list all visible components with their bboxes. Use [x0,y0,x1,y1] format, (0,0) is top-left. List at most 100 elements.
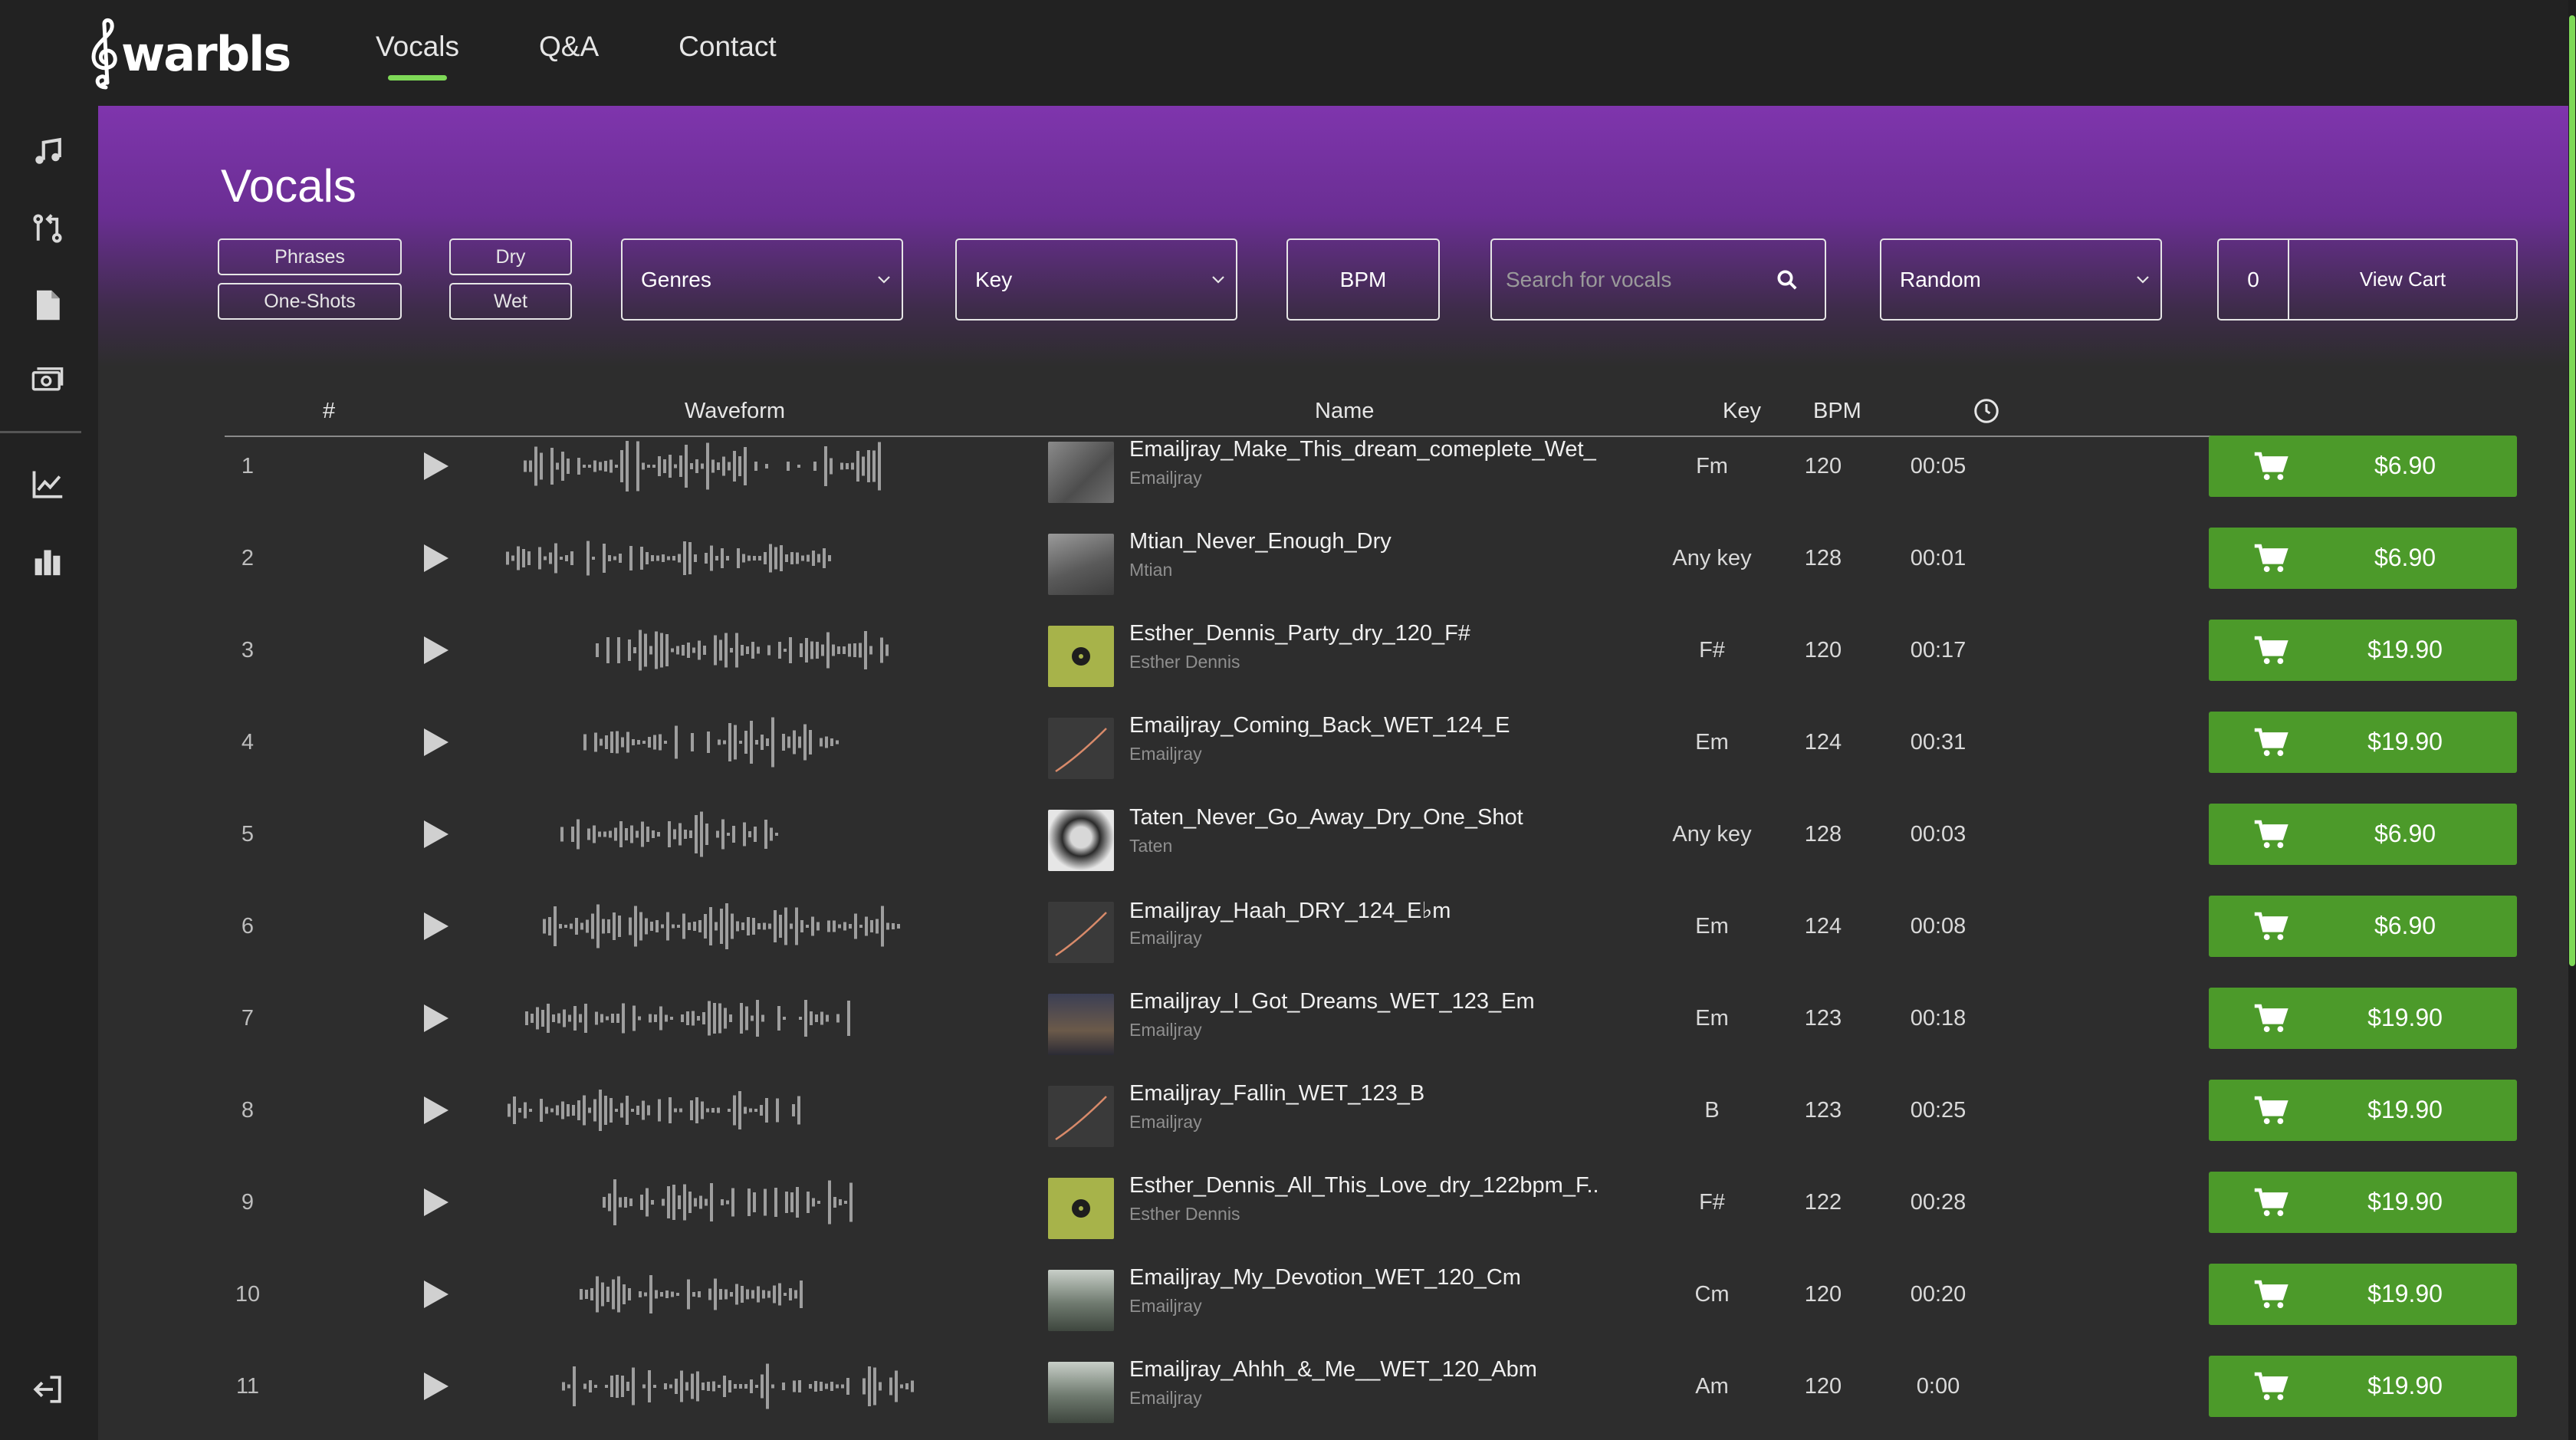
play-icon[interactable] [416,724,453,761]
track-row[interactable]: 5 Taten_Never_Go_Away_Dry_One_Shot Taten… [225,788,2517,880]
track-row[interactable]: 2 Mtian_Never_Enough_Dry Mtian Any key 1… [225,512,2517,604]
add-to-cart-button[interactable]: $19.90 [2209,1264,2517,1325]
track-row[interactable]: 9 Esther_Dennis_All_This_Love_dry_122bpm… [225,1156,2517,1248]
play-icon[interactable] [416,1368,453,1405]
track-title[interactable]: Esther_Dennis_Party_dry_120_F# [1129,621,1620,646]
money-icon[interactable] [29,362,66,399]
waveform[interactable] [485,712,930,773]
track-artist[interactable]: Emailjray [1129,744,1202,764]
track-title[interactable]: Taten_Never_Go_Away_Dry_One_Shot [1129,805,1620,830]
play-icon[interactable] [416,1000,453,1037]
filter-dry[interactable]: Dry [449,238,572,275]
scrollbar-thumb[interactable] [2569,15,2575,966]
track-artist[interactable]: Emailjray [1129,1020,1202,1041]
track-artist[interactable]: Esther Dennis [1129,1204,1240,1225]
play-icon[interactable] [416,632,453,669]
track-row[interactable]: 6 Emailjray_Haah_DRY_124_E♭m Emailjray E… [225,880,2517,972]
nav-contact[interactable]: Contact [678,0,777,106]
waveform[interactable] [485,804,930,865]
track-bpm: 123 [1804,1098,1842,1123]
track-row[interactable]: 3 Esther_Dennis_Party_dry_120_F# Esther … [225,604,2517,696]
waveform[interactable] [485,1172,930,1233]
track-row[interactable]: 1 Emailjray_Make_This_dream_comeplete_We… [225,420,2517,512]
music-note-icon[interactable] [29,133,66,170]
track-row[interactable]: 10 Emailjray_My_Devotion_WET_120_Cm Emai… [225,1248,2517,1340]
brand-logo[interactable]: warbls [86,17,291,90]
track-title[interactable]: Emailjray_Ahhh_&_Me__WET_120_Abm [1129,1357,1620,1382]
add-to-cart-button[interactable]: $19.90 [2209,1172,2517,1233]
track-artist[interactable]: Esther Dennis [1129,652,1240,672]
line-chart-icon[interactable] [29,466,66,503]
waveform[interactable] [485,620,930,681]
add-to-cart-button[interactable]: $19.90 [2209,712,2517,773]
nav-vocals[interactable]: Vocals [376,0,459,106]
add-to-cart-button[interactable]: $19.90 [2209,988,2517,1049]
track-key: Em [1695,730,1729,755]
waveform[interactable] [485,1356,930,1417]
play-icon[interactable] [416,1184,453,1221]
genres-select[interactable]: Genres [621,238,903,321]
track-artist[interactable]: Emailjray [1129,468,1202,488]
track-title[interactable]: Emailjray_Haah_DRY_124_E♭m [1129,897,1620,924]
waveform[interactable] [485,1264,930,1325]
track-artist[interactable]: Taten [1129,836,1172,856]
add-to-cart-button[interactable]: $19.90 [2209,620,2517,681]
page-title: Vocals [221,160,356,212]
play-icon[interactable] [416,1276,453,1313]
chevron-down-icon [2137,275,2149,284]
git-compare-icon[interactable] [29,210,66,247]
play-icon[interactable] [416,908,453,945]
play-icon[interactable] [416,540,453,577]
track-index: 3 [241,638,255,662]
track-title[interactable]: Emailjray_I_Got_Dreams_WET_123_Em [1129,989,1620,1014]
cart-count: 0 [2217,238,2288,321]
track-title[interactable]: Mtian_Never_Enough_Dry [1129,529,1620,554]
track-artist[interactable]: Emailjray [1129,1112,1202,1133]
cart-icon [2254,1004,2288,1033]
bpm-filter[interactable]: BPM [1286,238,1440,321]
track-price: $19.90 [2367,1096,2443,1123]
add-to-cart-button[interactable]: $6.90 [2209,804,2517,865]
brand-name: warbls [121,25,291,82]
search-input[interactable]: Search for vocals [1490,238,1826,321]
waveform[interactable] [485,896,930,957]
add-to-cart-button[interactable]: $6.90 [2209,896,2517,957]
key-select[interactable]: Key [955,238,1237,321]
filter-wet[interactable]: Wet [449,283,572,320]
add-to-cart-button[interactable]: $19.90 [2209,1356,2517,1417]
add-to-cart-button[interactable]: $19.90 [2209,1080,2517,1141]
document-icon[interactable] [29,287,66,324]
search-icon[interactable] [1776,268,1799,291]
waveform[interactable] [485,1080,930,1141]
add-to-cart-button[interactable]: $6.90 [2209,528,2517,589]
waveform[interactable] [485,436,930,497]
track-title[interactable]: Emailjray_Fallin_WET_123_B [1129,1081,1620,1106]
track-artist[interactable]: Emailjray [1129,1296,1202,1317]
track-row[interactable]: 7 Emailjray_I_Got_Dreams_WET_123_Em Emai… [225,972,2517,1064]
track-row[interactable]: 11 Emailjray_Ahhh_&_Me__WET_120_Abm Emai… [225,1340,2517,1432]
play-icon[interactable] [416,816,453,853]
track-artist[interactable]: Emailjray [1129,1388,1202,1409]
track-artist[interactable]: Mtian [1129,560,1172,580]
track-row[interactable]: 4 Emailjray_Coming_Back_WET_124_E Emailj… [225,696,2517,788]
nav-qa[interactable]: Q&A [539,0,599,106]
track-cover [1048,718,1114,779]
track-title[interactable]: Emailjray_My_Devotion_WET_120_Cm [1129,1265,1620,1290]
track-title[interactable]: Emailjray_Coming_Back_WET_124_E [1129,713,1620,738]
play-icon[interactable] [416,1092,453,1129]
track-index: 6 [241,914,255,939]
add-to-cart-button[interactable]: $6.90 [2209,436,2517,497]
track-row[interactable]: 8 Emailjray_Fallin_WET_123_B Emailjray B… [225,1064,2517,1156]
filter-one-shots[interactable]: One-Shots [218,283,402,320]
bar-chart-icon[interactable] [29,543,66,580]
waveform[interactable] [485,528,930,589]
track-title[interactable]: Emailjray_Make_This_dream_comeplete_Wet_ [1129,437,1620,462]
track-artist[interactable]: Emailjray [1129,928,1202,948]
view-cart-button[interactable]: View Cart [2288,238,2518,321]
waveform[interactable] [485,988,930,1049]
sort-select[interactable]: Random [1880,238,2162,321]
logout-icon[interactable] [29,1371,66,1408]
filter-phrases[interactable]: Phrases [218,238,402,275]
play-icon[interactable] [416,448,453,485]
track-title[interactable]: Esther_Dennis_All_This_Love_dry_122bpm_F… [1129,1173,1620,1198]
